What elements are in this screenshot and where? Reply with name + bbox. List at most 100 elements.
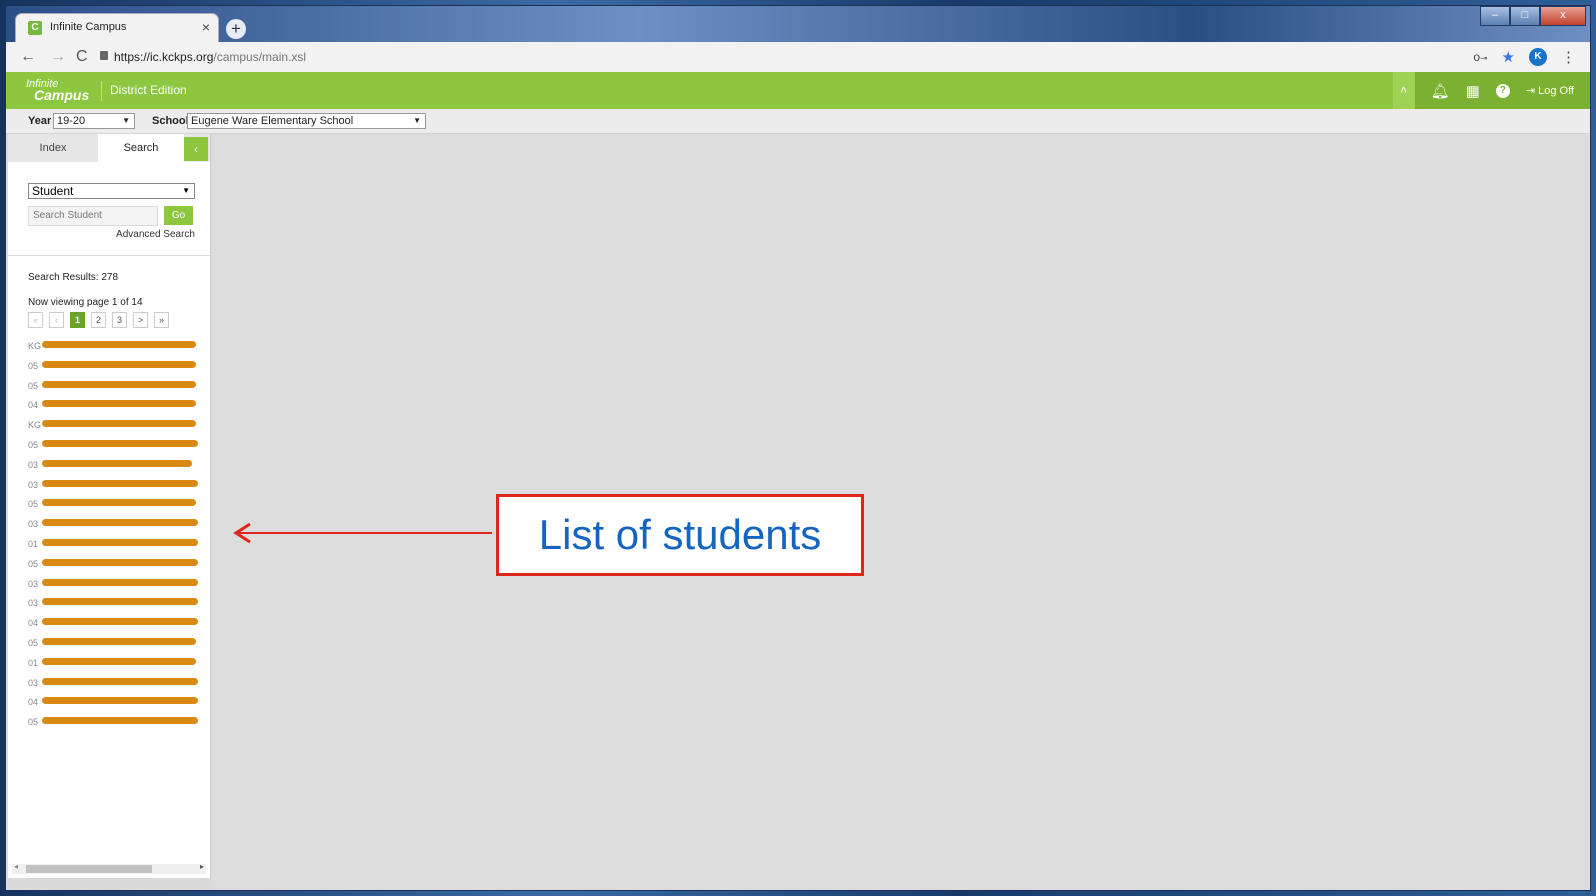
next-page-button[interactable]: > xyxy=(133,312,148,328)
url-field[interactable]: https://ic.kckps.org/campus/main.xsl xyxy=(114,50,306,64)
redacted-student-name xyxy=(42,558,198,566)
page-1-button[interactable]: 1 xyxy=(70,312,85,328)
browser-menu-icon[interactable]: ⋮ xyxy=(1561,48,1576,66)
header-toolbar: 🔔︎ ▦ ? ⇥ Log Off xyxy=(1414,72,1590,109)
infinite-campus-logo[interactable]: Infinite Campus xyxy=(26,79,90,103)
student-list-item[interactable]: 03 xyxy=(28,457,214,477)
prev-page-button[interactable]: ‹ xyxy=(49,312,64,328)
student-grade: 04 xyxy=(28,400,39,411)
redacted-student-name xyxy=(42,420,196,428)
tab-title: Infinite Campus xyxy=(50,21,127,33)
student-list-item[interactable]: 01 xyxy=(28,655,214,675)
school-label: School xyxy=(152,115,189,127)
browser-window: C Infinite Campus × + – □ x ← → C https:… xyxy=(6,6,1590,890)
new-tab-button[interactable]: + xyxy=(226,19,246,39)
url-path: /campus/main.xsl xyxy=(213,50,307,64)
student-grade: 03 xyxy=(28,598,39,609)
student-grade: 03 xyxy=(28,459,39,470)
annotation-arrow xyxy=(233,522,492,544)
student-list-item[interactable]: 05 xyxy=(28,358,214,378)
student-list-item[interactable]: 05 xyxy=(28,496,214,516)
student-grade: 03 xyxy=(28,677,39,688)
annotation-text: List of students xyxy=(538,511,822,558)
tab-close-icon[interactable]: × xyxy=(202,19,210,35)
student-list-item[interactable]: 05 xyxy=(28,437,214,457)
student-grade: 05 xyxy=(28,637,39,648)
school-select[interactable]: Eugene Ware Elementary School ▼ xyxy=(187,113,426,129)
header-actions: ˄ 🔔︎ ▦ ? ⇥ Log Off xyxy=(1392,72,1590,109)
window-controls: – □ x xyxy=(1480,6,1586,26)
go-button[interactable]: Go xyxy=(164,206,193,225)
redacted-student-name xyxy=(42,499,196,507)
student-list-item[interactable]: 04 xyxy=(28,615,214,635)
title-bar: C Infinite Campus × + – □ x xyxy=(6,6,1590,42)
student-grade: 05 xyxy=(28,439,39,450)
year-value: 19-20 xyxy=(57,115,86,127)
redacted-student-name xyxy=(42,637,196,645)
student-list-item[interactable]: KG xyxy=(28,338,214,358)
app-grid-icon[interactable]: ▦ xyxy=(1466,82,1480,100)
redacted-student-name xyxy=(42,341,196,348)
scrollbar-thumb[interactable] xyxy=(26,865,152,873)
student-list-item[interactable]: 05 xyxy=(28,714,214,734)
search-type-value: Student xyxy=(32,184,74,198)
student-list-item[interactable]: 04 xyxy=(28,694,214,714)
student-grade: 03 xyxy=(28,519,39,530)
page-2-button[interactable]: 2 xyxy=(91,312,106,328)
redacted-student-name xyxy=(42,360,196,368)
advanced-search-link[interactable]: Advanced Search xyxy=(116,229,195,240)
close-window-button[interactable]: x xyxy=(1540,6,1586,26)
last-page-button[interactable]: » xyxy=(154,312,169,328)
redacted-student-name xyxy=(42,538,198,546)
scroll-right-icon[interactable]: ▸ xyxy=(200,862,204,871)
student-list-item[interactable]: 05 xyxy=(28,378,214,398)
panel-divider xyxy=(8,255,210,256)
bell-icon[interactable]: 🔔︎ xyxy=(1431,82,1450,100)
student-list-item[interactable]: 03 xyxy=(28,477,214,497)
minimize-button[interactable]: – xyxy=(1480,6,1510,26)
search-input[interactable]: Search Student xyxy=(28,206,158,226)
student-list-item[interactable]: 01 xyxy=(28,536,214,556)
logoff-label: Log Off xyxy=(1538,85,1574,97)
help-icon[interactable]: ? xyxy=(1495,83,1510,98)
back-arrow-icon[interactable]: ← xyxy=(20,48,36,66)
logoff-icon: ⇥ xyxy=(1525,85,1539,97)
collapse-panel-button[interactable]: ‹ xyxy=(184,137,208,161)
student-list-item[interactable]: KG xyxy=(28,417,214,437)
year-label: Year xyxy=(28,115,52,127)
profile-avatar[interactable]: K xyxy=(1529,48,1547,66)
search-type-select[interactable]: Student ▼ xyxy=(28,183,195,199)
first-page-button[interactable]: « xyxy=(28,312,43,328)
student-list-item[interactable]: 03 xyxy=(28,516,214,536)
browser-tab[interactable]: C Infinite Campus × xyxy=(16,14,218,42)
logoff-button[interactable]: ⇥ Log Off xyxy=(1526,84,1574,97)
reload-icon[interactable]: C xyxy=(76,48,88,66)
collapse-header-button[interactable]: ˄ xyxy=(1392,72,1415,109)
year-select[interactable]: 19-20 ▼ xyxy=(53,113,135,129)
tab-search[interactable]: Search xyxy=(98,134,184,162)
student-list-item[interactable]: 05 xyxy=(28,556,214,576)
context-bar: Year 19-20 ▼ School Eugene Ware Elementa… xyxy=(6,109,1590,134)
page-indicator: Now viewing page 1 of 14 xyxy=(28,297,143,308)
school-value: Eugene Ware Elementary School xyxy=(191,115,354,127)
student-list-item[interactable]: 03 xyxy=(28,576,214,596)
student-grade: 04 xyxy=(28,697,39,708)
student-list-item[interactable]: 05 xyxy=(28,635,214,655)
redacted-student-name xyxy=(42,697,198,705)
key-icon[interactable]: o⊸ xyxy=(1473,50,1487,64)
bookmark-star-icon[interactable]: ★ xyxy=(1502,48,1515,66)
scroll-left-icon[interactable]: ◂ xyxy=(14,862,18,871)
redacted-student-name xyxy=(42,717,198,725)
student-list-item[interactable]: 03 xyxy=(28,595,214,615)
maximize-button[interactable]: □ xyxy=(1510,6,1540,26)
student-grade: 05 xyxy=(28,360,39,371)
forward-arrow-icon[interactable]: → xyxy=(50,48,66,66)
student-list-item[interactable]: 04 xyxy=(28,397,214,417)
student-grade: 03 xyxy=(28,479,39,490)
page-3-button[interactable]: 3 xyxy=(112,312,127,328)
student-list: KG 05 05 04 KG 05 03 03 05 03 01 05 03 03 04 05 01 03 04 05 xyxy=(28,338,214,734)
tab-index[interactable]: Index xyxy=(8,134,98,162)
student-list-item[interactable]: 03 xyxy=(28,675,214,695)
logo-line2: Campus xyxy=(34,87,90,103)
horizontal-scrollbar[interactable]: ◂ ▸ xyxy=(12,862,206,874)
